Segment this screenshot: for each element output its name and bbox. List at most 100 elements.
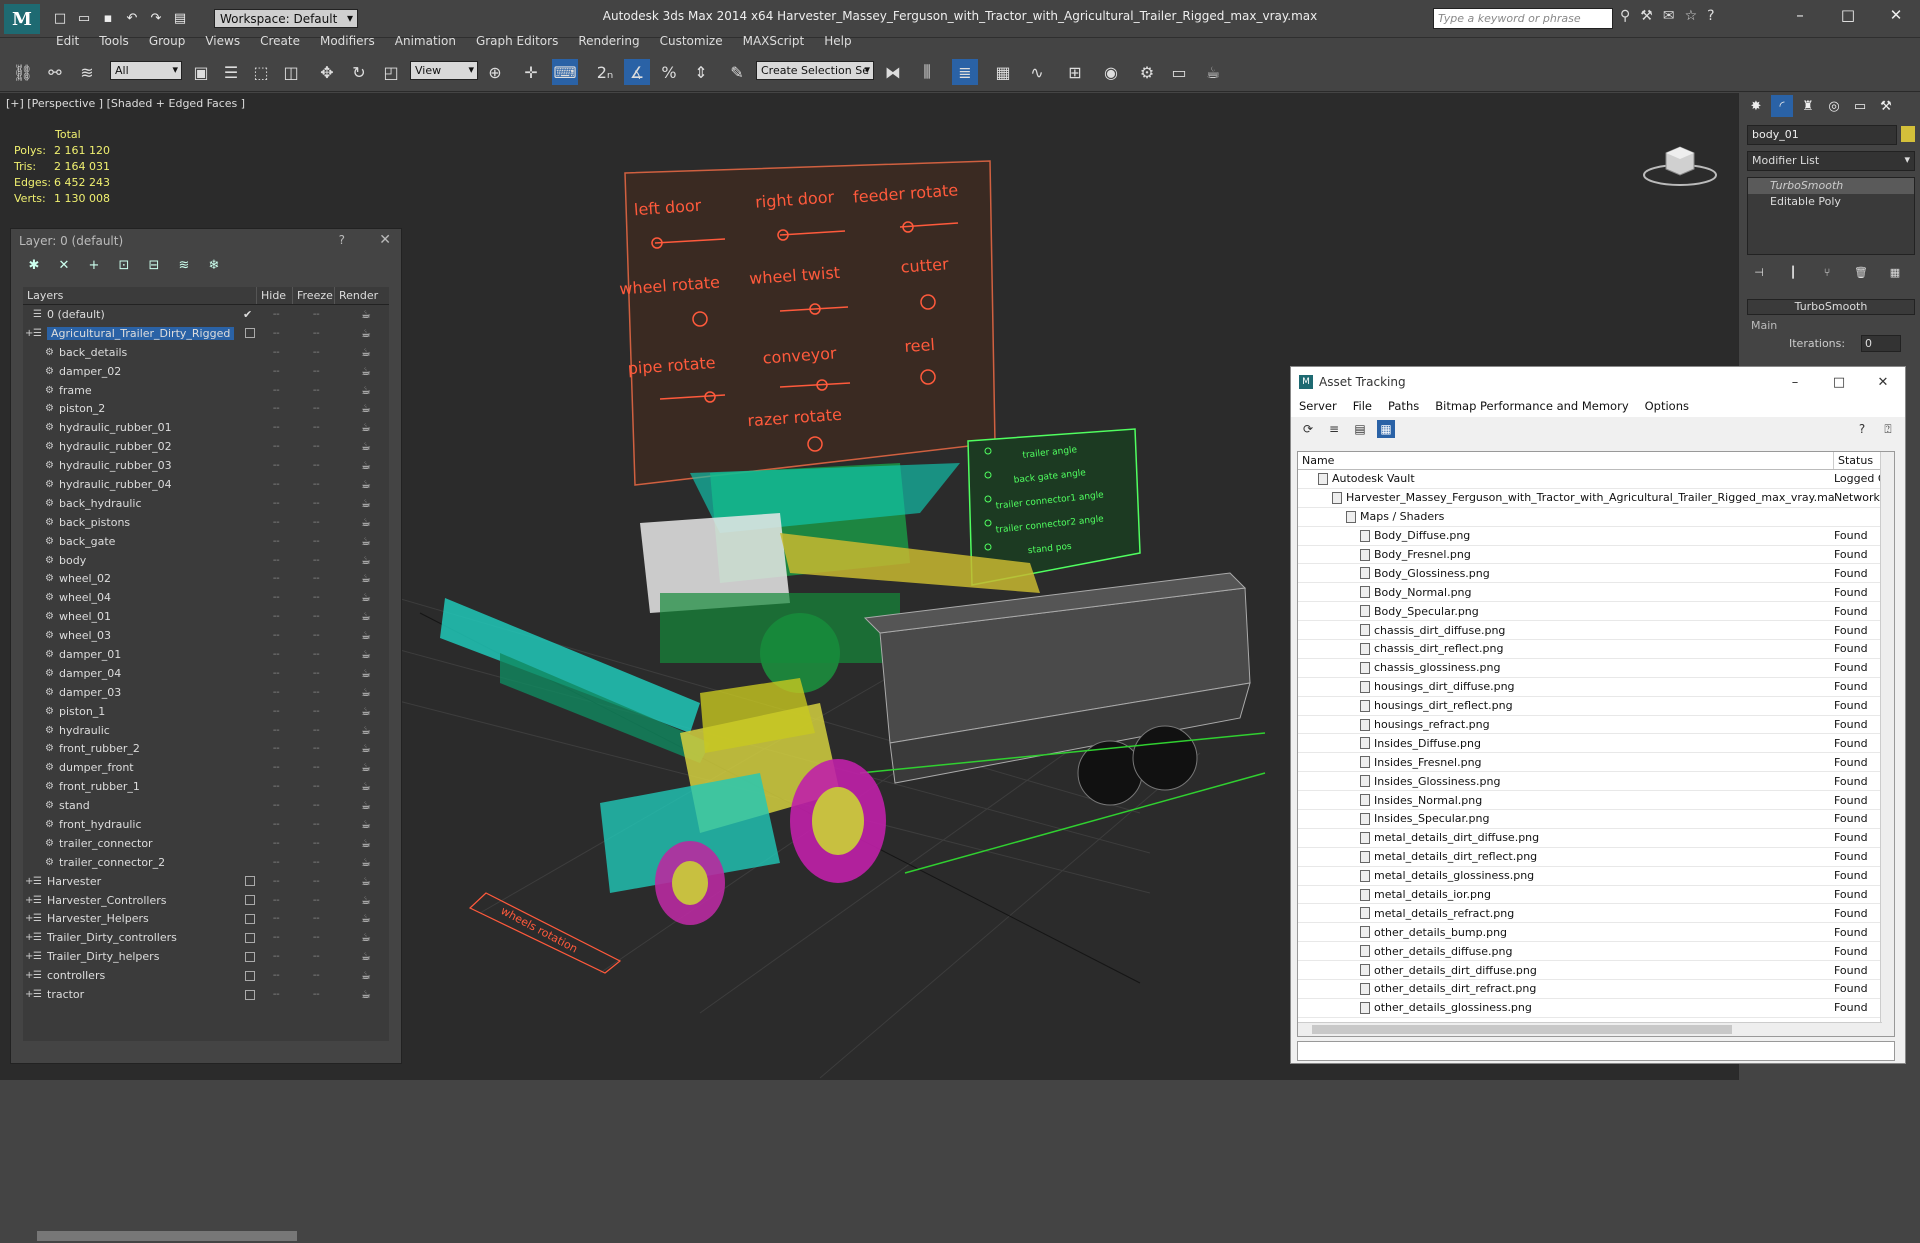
layer-row[interactable]: ⚙ front_hydraulic ╌ ╌ ☕ <box>23 815 389 834</box>
freeze-toggle[interactable]: ╌ <box>313 610 320 623</box>
freeze-toggle[interactable]: ╌ <box>313 837 320 850</box>
create-tab-icon[interactable]: ✸ <box>1745 95 1767 117</box>
schematic-view-icon[interactable]: ⊞ <box>1062 59 1088 85</box>
render-production-icon[interactable]: ☕ <box>1200 59 1226 85</box>
freeze-toggle[interactable]: ╌ <box>313 308 320 321</box>
asset-row[interactable]: housings_dirt_diffuse.png Found <box>1298 678 1894 697</box>
layer-row[interactable]: + ☰ Harvester_Controllers ╌ ╌ ☕ <box>23 891 389 910</box>
render-teapot-icon[interactable]: ☕ <box>361 610 371 623</box>
freeze-toggle[interactable]: ╌ <box>313 497 320 510</box>
hide-toggle[interactable]: ╌ <box>273 724 280 737</box>
asset-row[interactable]: Body_Glossiness.png Found <box>1298 564 1894 584</box>
layer-row[interactable]: ⚙ trailer_connector ╌ ╌ ☕ <box>23 834 389 853</box>
layer-name[interactable]: wheel_02 <box>59 572 111 585</box>
hide-toggle[interactable]: ╌ <box>273 837 280 850</box>
render-teapot-icon[interactable]: ☕ <box>361 459 371 472</box>
layer-name[interactable]: stand <box>59 799 90 812</box>
render-frame-icon[interactable]: ▭ <box>1166 59 1192 85</box>
snaps-toggle-icon[interactable]: 2ₙ <box>592 59 618 85</box>
render-teapot-icon[interactable]: ☕ <box>361 894 371 907</box>
layer-name[interactable]: Harvester_Helpers <box>47 912 149 925</box>
list-view-icon[interactable]: ≡ <box>1325 420 1343 438</box>
subscription-icon[interactable]: ⚒ <box>1640 8 1653 24</box>
hide-toggle[interactable]: ╌ <box>273 950 280 963</box>
graphite-toggle-icon[interactable]: ▦ <box>990 59 1016 85</box>
layer-name[interactable]: Harvester <box>47 875 101 888</box>
layer-name[interactable]: hydraulic_rubber_04 <box>59 478 172 491</box>
freeze-toggle[interactable]: ╌ <box>313 705 320 718</box>
menu-group[interactable]: Group <box>139 32 196 52</box>
unlink-icon[interactable]: ⚯ <box>42 59 68 85</box>
hide-toggle[interactable]: ╌ <box>273 894 280 907</box>
layer-row[interactable]: ⚙ stand ╌ ╌ ☕ <box>23 796 389 815</box>
hide-toggle[interactable]: ╌ <box>273 931 280 944</box>
render-teapot-icon[interactable]: ☕ <box>361 875 371 888</box>
layer-name[interactable]: front_rubber_2 <box>59 742 140 755</box>
render-teapot-icon[interactable]: ☕ <box>361 327 371 340</box>
hide-toggle[interactable]: ╌ <box>273 497 280 510</box>
layer-row[interactable]: ⚙ hydraulic_rubber_01 ╌ ╌ ☕ <box>23 418 389 437</box>
communication-icon[interactable]: ✉ <box>1663 8 1675 24</box>
layer-name[interactable]: hydraulic_rubber_02 <box>59 440 172 453</box>
freeze-toggle[interactable]: ╌ <box>313 799 320 812</box>
layer-row[interactable]: ⚙ back_hydraulic ╌ ╌ ☕ <box>23 494 389 513</box>
freeze-toggle[interactable]: ╌ <box>313 384 320 397</box>
asset-row[interactable]: chassis_dirt_diffuse.png Found <box>1298 621 1894 641</box>
render-teapot-icon[interactable]: ☕ <box>361 346 371 359</box>
render-teapot-icon[interactable]: ☕ <box>361 686 371 699</box>
pin-stack-icon[interactable]: ⊣ <box>1747 261 1771 283</box>
render-teapot-icon[interactable]: ☕ <box>361 497 371 510</box>
asset-menu-paths[interactable]: Paths <box>1380 397 1427 417</box>
object-color-swatch[interactable] <box>1901 126 1915 142</box>
layer-row[interactable]: ⚙ body ╌ ╌ ☕ <box>23 551 389 570</box>
bind-spacewarp-icon[interactable]: ≋ <box>74 59 100 85</box>
layer-name[interactable]: back_gate <box>59 535 115 548</box>
named-selection-sets-select[interactable]: Create Selection Se <box>756 61 874 80</box>
edit-named-selection-icon[interactable]: ✎ <box>724 59 750 85</box>
help-icon[interactable]: ? <box>339 233 345 247</box>
modify-tab-icon[interactable]: ◜ <box>1771 95 1793 117</box>
asset-row[interactable]: Insides_Fresnel.png Found <box>1298 753 1894 773</box>
add-to-layer-icon[interactable]: + <box>85 256 103 274</box>
layer-name[interactable]: back_hydraulic <box>59 497 142 510</box>
layer-row[interactable]: ⚙ wheel_03 ╌ ╌ ☕ <box>23 626 389 645</box>
layer-name[interactable]: piston_2 <box>59 402 105 415</box>
render-teapot-icon[interactable]: ☕ <box>361 384 371 397</box>
spinner-snap-icon[interactable]: ⇕ <box>688 59 714 85</box>
asset-row[interactable]: Insides_Glossiness.png Found <box>1298 772 1894 792</box>
render-teapot-icon[interactable]: ☕ <box>361 912 371 925</box>
render-teapot-icon[interactable]: ☕ <box>361 478 371 491</box>
stack-item-editable-poly[interactable]: Editable Poly <box>1748 194 1914 210</box>
layer-name[interactable]: hydraulic_rubber_01 <box>59 421 172 434</box>
configure-sets-icon[interactable]: ▦ <box>1883 261 1907 283</box>
asset-vscrollbar[interactable] <box>1880 452 1894 1036</box>
freeze-toggle[interactable]: ╌ <box>313 667 320 680</box>
layer-row[interactable]: + ☰ tractor ╌ ╌ ☕ <box>23 985 389 1004</box>
object-name-field[interactable]: body_01 <box>1747 125 1897 145</box>
hide-toggle[interactable]: ╌ <box>273 629 280 642</box>
layer-name[interactable]: piston_1 <box>59 705 105 718</box>
close-icon[interactable]: ✕ <box>379 232 391 248</box>
current-layer-checkbox[interactable] <box>245 989 255 1000</box>
hide-toggle[interactable]: ╌ <box>273 516 280 529</box>
make-unique-icon[interactable]: ⑂ <box>1815 261 1839 283</box>
layer-name[interactable]: Trailer_Dirty_helpers <box>47 950 159 963</box>
render-teapot-icon[interactable]: ☕ <box>361 440 371 453</box>
layer-hscrollbar[interactable] <box>23 1229 389 1243</box>
menu-modifiers[interactable]: Modifiers <box>310 32 385 52</box>
render-teapot-icon[interactable]: ☕ <box>361 421 371 434</box>
layer-row[interactable]: ⚙ back_details ╌ ╌ ☕ <box>23 343 389 362</box>
render-teapot-icon[interactable]: ☕ <box>361 365 371 378</box>
col-render[interactable]: Render <box>335 287 381 304</box>
scale-icon[interactable]: ◰ <box>378 59 404 85</box>
layer-row[interactable]: ⚙ wheel_01 ╌ ╌ ☕ <box>23 607 389 626</box>
render-teapot-icon[interactable]: ☕ <box>361 554 371 567</box>
render-teapot-icon[interactable]: ☕ <box>361 742 371 755</box>
render-teapot-icon[interactable]: ☕ <box>361 818 371 831</box>
freeze-toggle[interactable]: ╌ <box>313 742 320 755</box>
align-icon[interactable]: ⫼ <box>914 59 940 85</box>
layer-name[interactable]: wheel_01 <box>59 610 111 623</box>
grid-view-icon[interactable]: ▦ <box>1377 420 1395 438</box>
minimize-icon[interactable]: – <box>1773 367 1817 397</box>
layer-row[interactable]: ⚙ damper_02 ╌ ╌ ☕ <box>23 362 389 381</box>
